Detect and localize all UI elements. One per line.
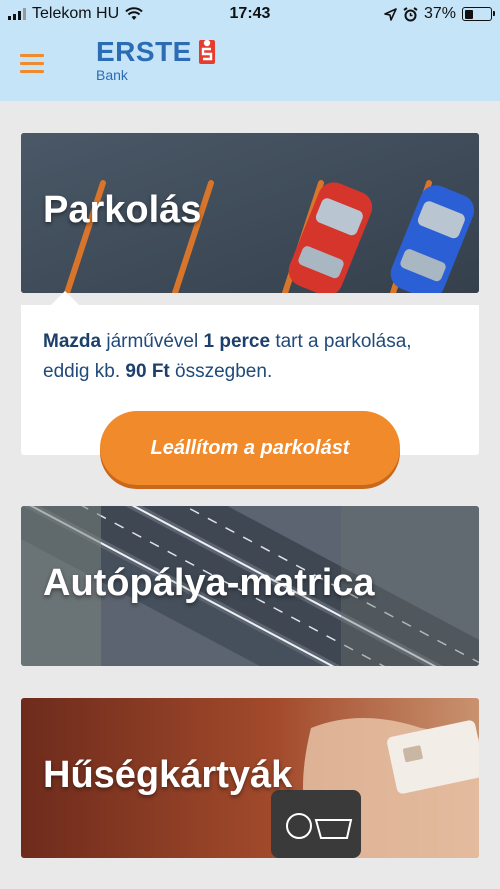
- parking-status-message: Mazda járművével 1 perce tart a parkolás…: [43, 331, 412, 382]
- logo-wordmark: ERSTE: [96, 36, 192, 67]
- hamburger-menu-icon[interactable]: [20, 54, 44, 74]
- battery-percent: 37%: [423, 5, 456, 22]
- parking-card-title: Parkolás: [43, 189, 202, 231]
- loyalty-cards-card[interactable]: Hűségkártyák: [21, 698, 479, 858]
- highway-card-title: Autópálya-matrica: [43, 562, 375, 604]
- parking-amount: 90 Ft: [125, 361, 170, 382]
- alarm-clock-icon: [403, 6, 418, 21]
- status-bar: Telekom HU 17:43 37%: [0, 0, 500, 30]
- erste-bank-logo: ERSTE Bank: [96, 36, 215, 83]
- battery-icon: [462, 7, 495, 21]
- location-arrow-icon: [384, 7, 397, 21]
- erste-s-logo-icon: [199, 39, 215, 64]
- panel-pointer: [51, 291, 79, 305]
- stop-parking-button[interactable]: Leállítom a parkolást: [100, 411, 400, 485]
- highway-sticker-card[interactable]: Autópálya-matrica: [21, 506, 479, 666]
- vehicle-name: Mazda: [43, 331, 102, 352]
- loyalty-card-title: Hűségkártyák: [43, 754, 293, 796]
- parking-card[interactable]: Parkolás: [21, 133, 479, 293]
- parking-duration: 1 perce: [203, 331, 271, 352]
- logo-subtitle: Bank: [96, 67, 128, 83]
- app-header: Telekom HU 17:43 37% ERSTE Bank: [0, 0, 500, 101]
